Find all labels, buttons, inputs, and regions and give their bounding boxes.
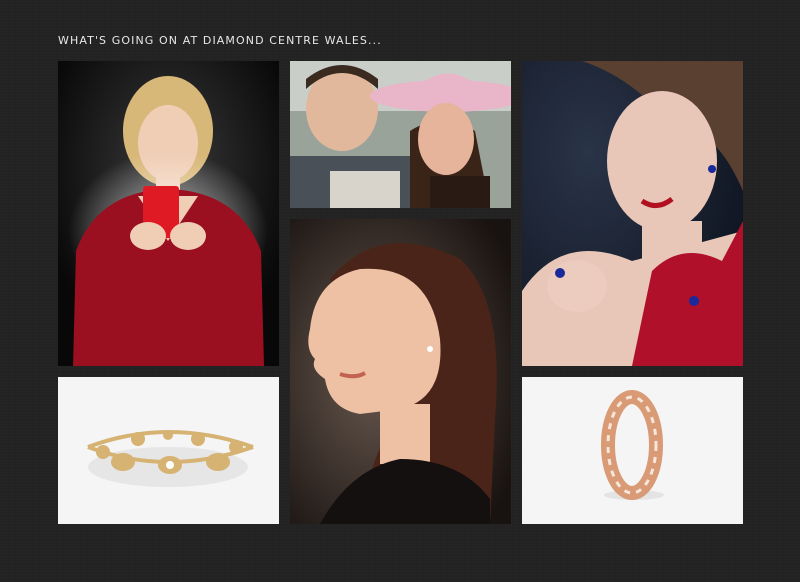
gallery-tile-eternity-ring[interactable]	[522, 377, 743, 524]
red-box-photo	[58, 61, 279, 366]
gallery-tile-diamond-studs[interactable]	[290, 219, 511, 524]
couple-selfie-photo	[290, 61, 511, 208]
diamond-studs-photo	[290, 219, 511, 524]
gallery-tile-gold-bracelet[interactable]	[58, 377, 279, 524]
gallery-tile-couple-selfie[interactable]	[290, 61, 511, 208]
gallery-tile-red-box[interactable]	[58, 61, 279, 366]
page-heading: WHAT'S GOING ON AT DIAMOND CENTRE WALES.…	[58, 34, 382, 47]
gallery-tile-sapphire-jewellery[interactable]	[522, 61, 743, 366]
eternity-ring-photo	[522, 377, 743, 524]
gold-bracelet-photo	[58, 377, 279, 524]
sapphire-jewellery-photo	[522, 61, 743, 366]
